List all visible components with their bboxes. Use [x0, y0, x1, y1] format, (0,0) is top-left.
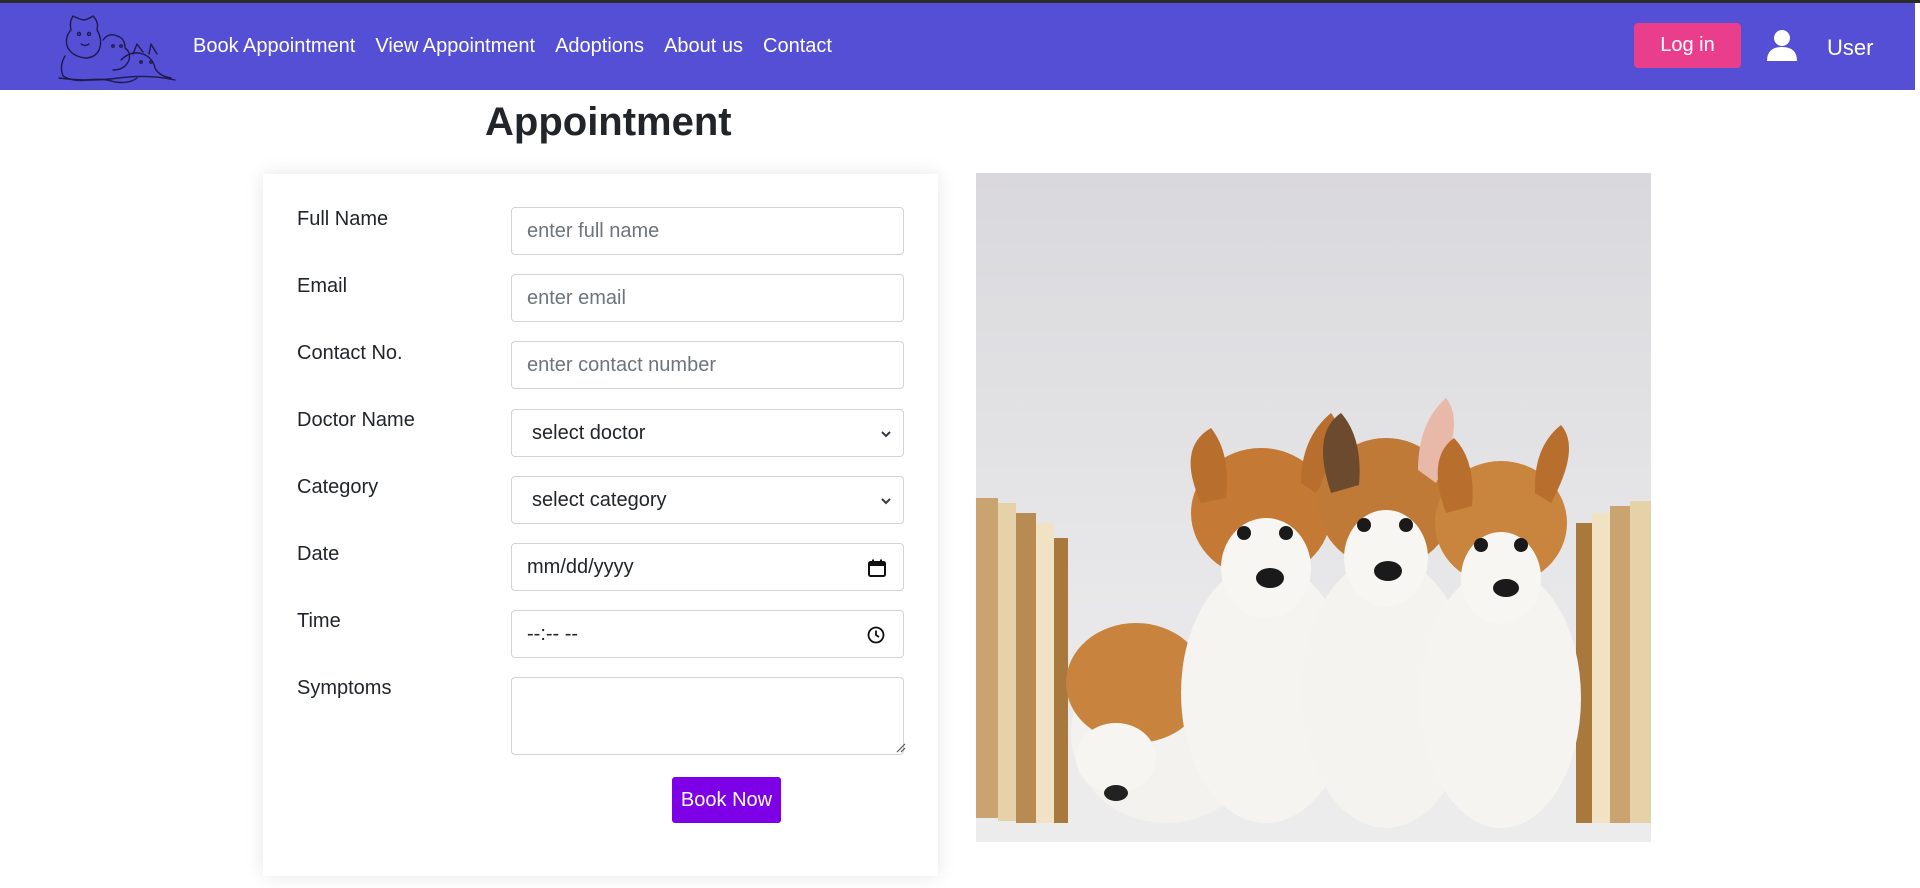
books-right — [1576, 501, 1651, 823]
clock-icon[interactable] — [867, 626, 885, 644]
email-label: Email — [297, 275, 348, 297]
symptoms-label: Symptoms — [297, 677, 392, 699]
date-label: Date — [297, 543, 340, 565]
puppies-image — [976, 173, 1651, 842]
page-title: Appointment — [485, 100, 732, 144]
nav-book-appointment[interactable]: Book Appointment — [193, 35, 355, 58]
puppies-illustration — [976, 398, 1651, 842]
resize-grip-icon[interactable] — [894, 741, 906, 753]
contact-input[interactable]: enter contact number — [511, 341, 904, 389]
doctor-label: Doctor Name — [297, 409, 415, 431]
nav-adoptions[interactable]: Adoptions — [555, 35, 644, 58]
full-name-input[interactable]: enter full name — [511, 207, 904, 255]
appointment-form-card: Full Name enter full name Email enter em… — [263, 174, 938, 876]
doctor-select-value: select doctor — [532, 421, 646, 444]
category-label: Category — [297, 476, 379, 498]
time-input-value: --:-- -- — [527, 622, 579, 645]
nav-view-appointment[interactable]: View Appointment — [375, 35, 535, 58]
time-input[interactable]: --:-- -- — [511, 610, 904, 658]
user-menu-label[interactable]: User — [1827, 35, 1873, 61]
nav-contact[interactable]: Contact — [763, 35, 832, 58]
symptoms-textarea[interactable] — [511, 677, 904, 755]
login-button[interactable]: Log in — [1634, 23, 1741, 68]
calendar-icon[interactable] — [867, 558, 887, 578]
contact-label: Contact No. — [297, 342, 403, 364]
email-input[interactable]: enter email — [511, 274, 904, 322]
date-input[interactable]: mm/dd/yyyy — [511, 543, 904, 591]
pets-logo-icon[interactable] — [55, 10, 177, 84]
book-now-button[interactable]: Book Now — [672, 777, 781, 823]
puppy-4 — [1421, 425, 1581, 828]
user-icon[interactable] — [1767, 29, 1797, 61]
chevron-down-icon — [881, 498, 891, 505]
nav-links: Book Appointment View Appointment Adopti… — [193, 35, 852, 58]
category-select-value: select category — [532, 488, 667, 511]
nav-about-us[interactable]: About us — [664, 35, 743, 58]
doctor-select[interactable]: select doctor — [511, 409, 904, 457]
time-label: Time — [297, 610, 341, 632]
category-select[interactable]: select category — [511, 476, 904, 524]
chevron-down-icon — [881, 431, 891, 438]
full-name-label: Full Name — [297, 208, 389, 230]
date-input-value: mm/dd/yyyy — [527, 555, 634, 578]
navbar: Book Appointment View Appointment Adopti… — [0, 3, 1915, 90]
books-left — [976, 498, 1068, 823]
